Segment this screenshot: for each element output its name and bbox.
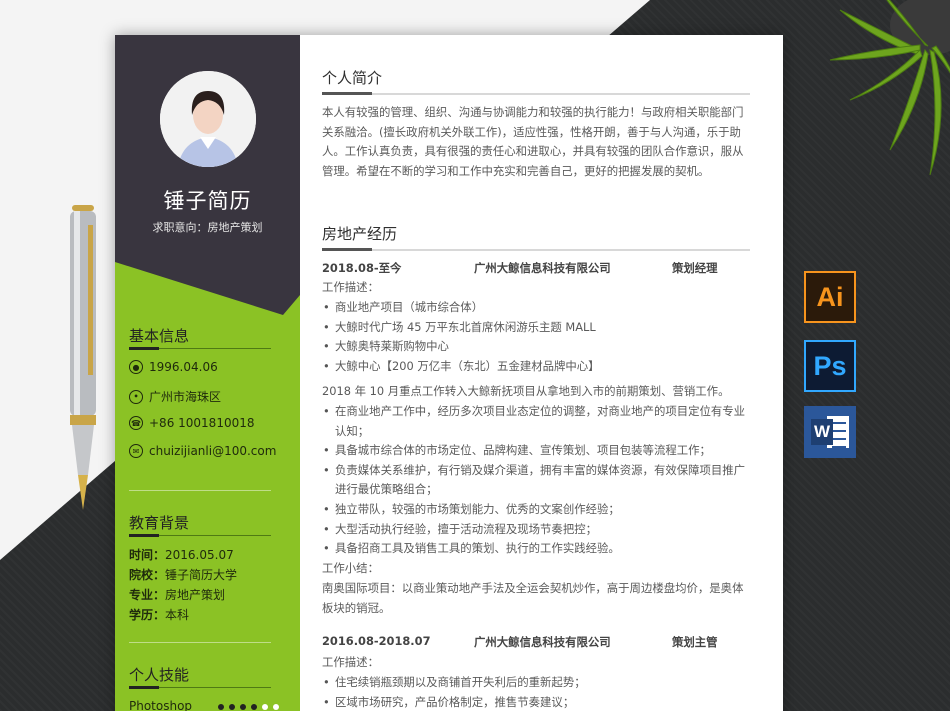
list-item: 住宅续销瓶颈期以及商铺首开失利后的重新起势； [322, 673, 752, 693]
experience-underline [322, 248, 750, 251]
phone-row: ☎ +86 1001810018 [129, 416, 255, 430]
avatar [160, 71, 256, 167]
skills-underline [129, 686, 271, 689]
job-desc-label: 工作描述： [322, 655, 379, 669]
pen-decoration [70, 205, 96, 510]
address-row: • 广州市海珠区 [129, 388, 221, 405]
skill-row: Photoshop [129, 699, 279, 711]
skill-level-dots [213, 699, 279, 711]
list-item: 具备招商工具及销售工具的策划、执行的工作实践经验。 [322, 539, 752, 559]
photoshop-icon: Ps [804, 340, 856, 392]
list-item: 大鲸中心【200 万亿丰（东北）五金建材品牌中心】 [322, 357, 752, 377]
list-item: 大鲸时代广场 45 万平东北首席休闲游乐主题 MALL [322, 318, 752, 338]
email-icon: ✉ [129, 444, 143, 458]
location-icon: • [129, 389, 143, 404]
birthdate-row: ● 1996.04.06 [129, 360, 218, 374]
phone: +86 1001810018 [149, 416, 255, 430]
divider [129, 642, 271, 643]
sidebar: 锤子简历 求职意向：房地产策划 基本信息 ● 1996.04.06 • 广州市海珠区… [115, 35, 300, 711]
education-underline [129, 534, 271, 537]
email-row: ✉ chuizijianli@100.com [129, 444, 276, 458]
experience-title: 房地产经历 [322, 225, 398, 243]
edu-row: 院校：锤子简历大学 [129, 568, 238, 582]
illustrator-icon: Ai [804, 271, 856, 323]
edu-row: 学历：本科 [129, 608, 190, 622]
list-item: 在商业地产工作中，经历多次项目业态定位的调整，对商业地产的项目定位有专业认知； [322, 402, 752, 441]
job-position: 策划经理 [672, 261, 718, 275]
education-title: 教育背景 [129, 514, 190, 532]
word-icon: W [804, 406, 856, 458]
list-item: 具备城市综合体的市场定位、品牌构建、宣传策划、项目包装等流程工作； [322, 441, 752, 461]
job-header: 2018.08-至今 广州大鲸信息科技有限公司 策划经理 [322, 260, 752, 278]
job-position: 策划主管 [672, 635, 718, 649]
birthdate: 1996.04.06 [149, 360, 218, 374]
edu-row: 专业：房地产策划 [129, 588, 226, 602]
job-result-text: 南奥国际项目：以商业策动地产手法及全运会契机炒作，高于周边楼盘均价，是奥体板块的… [322, 581, 744, 615]
list-item: 区域市场研究，产品价格制定，推售节奏建议； [322, 693, 752, 711]
list-item: 独立带队，较强的市场策划能力、优秀的文案创作经验； [322, 500, 752, 520]
job-result-label: 工作小结： [322, 561, 379, 575]
edu-row: 时间：2016.05.07 [129, 548, 234, 562]
basic-info-title: 基本信息 [129, 327, 190, 345]
address: 广州市海珠区 [149, 390, 222, 404]
skills-title: 个人技能 [129, 666, 190, 684]
job-intent: 求职意向：房地产策划 [152, 221, 263, 234]
profile-text: 本人有较强的管理、组织、沟通与协调能力和较强的执行能力！与政府相关职能部门关系融… [322, 105, 744, 178]
list-item: 商业地产项目（城市综合体） [322, 298, 752, 318]
job-period: 2018.08-至今 [322, 261, 402, 275]
word-letter: W [811, 419, 833, 445]
plant-decoration [829, 0, 950, 176]
job-header: 2016.08-2018.07 广州大鲸信息科技有限公司 策划主管 [322, 634, 752, 652]
job-desc-label: 工作描述： [322, 280, 379, 294]
list-item: 大型活动执行经验，擅于活动流程及现场节奏把控； [322, 520, 752, 540]
job-summary-intro: 2018 年 10 月重点工作转入大鲸新抚项目从拿地到入市的前期策划、营销工作。 [322, 384, 730, 398]
email: chuizijianli@100.com [149, 444, 277, 458]
resume-name: 锤子简历 [163, 189, 252, 213]
profile-underline [322, 92, 750, 95]
job-company: 广州大鲸信息科技有限公司 [474, 261, 611, 275]
divider [129, 490, 271, 491]
duty-list: 住宅续销瓶颈期以及商铺首开失利后的重新起势； 区域市场研究，产品价格制定，推售节… [322, 673, 752, 711]
person-icon: ● [129, 360, 143, 374]
skill-name: Photoshop [129, 699, 193, 711]
phone-icon: ☎ [129, 416, 143, 430]
job-period: 2016.08-2018.07 [322, 634, 431, 648]
list-item: 大鲸奥特莱斯购物中心 [322, 337, 752, 357]
project-list: 商业地产项目（城市综合体） 大鲸时代广场 45 万平东北首席休闲游乐主题 MAL… [322, 298, 752, 376]
job-company: 广州大鲸信息科技有限公司 [474, 635, 611, 649]
list-item: 负责媒体关系维护，有行销及媒介渠道，拥有丰富的媒体资源，有效保障项目推广进行最优… [322, 461, 752, 500]
resume-page: 锤子简历 求职意向：房地产策划 基本信息 ● 1996.04.06 • 广州市海珠区… [115, 35, 783, 711]
profile-title: 个人简介 [322, 69, 383, 87]
duty-list: 在商业地产工作中，经历多次项目业态定位的调整，对商业地产的项目定位有专业认知； … [322, 402, 752, 559]
basic-info-underline [129, 347, 271, 350]
